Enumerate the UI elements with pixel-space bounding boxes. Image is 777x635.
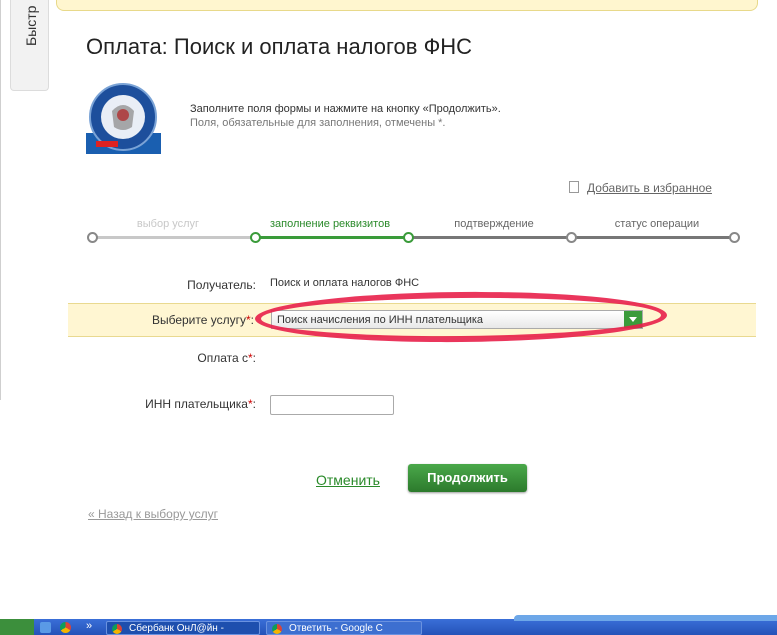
taskbar-tray-edge bbox=[514, 615, 777, 621]
taskbar-task-google[interactable]: Ответить - Google C bbox=[266, 621, 422, 635]
back-to-services-link[interactable]: « Назад к выбору услуг bbox=[88, 507, 218, 521]
step-dot-4 bbox=[566, 232, 577, 243]
fns-emblem-logo bbox=[86, 81, 161, 154]
recipient-label: Получатель: bbox=[187, 278, 256, 292]
form-instructions: Заполните поля формы и нажмите на кнопку… bbox=[190, 103, 501, 115]
taskbar-task-label: Сбербанк ОнЛ@йн - bbox=[129, 623, 224, 634]
show-desktop-icon[interactable] bbox=[40, 622, 51, 633]
left-border bbox=[0, 0, 1, 400]
step-dot-3 bbox=[403, 232, 414, 243]
chrome-icon bbox=[272, 624, 282, 634]
inn-input[interactable] bbox=[270, 395, 394, 415]
step-line-active bbox=[254, 236, 407, 239]
step-label-select-service: выбор услуг bbox=[136, 218, 200, 230]
quick-access-tab-label: Быстр bbox=[23, 5, 39, 46]
step-line-done bbox=[91, 236, 254, 239]
step-label-status: статус операции bbox=[614, 218, 700, 230]
label-colon: : bbox=[252, 397, 256, 411]
page-title: Оплата: Поиск и оплата налогов ФНС bbox=[86, 34, 473, 59]
label-colon: : bbox=[250, 313, 254, 327]
label-colon: : bbox=[252, 351, 256, 365]
top-notice-bar bbox=[56, 0, 758, 11]
inn-label: ИНН плательщика*: bbox=[145, 397, 256, 411]
taskbar-task-label: Ответить - Google C bbox=[289, 623, 383, 634]
cancel-link[interactable]: Отменить bbox=[316, 472, 380, 488]
required-fields-note: Поля, обязательные для заполнения, отмеч… bbox=[190, 117, 446, 129]
add-to-favorites-link[interactable]: Добавить в избранное bbox=[569, 181, 712, 195]
start-button[interactable] bbox=[0, 619, 34, 635]
taskbar-task-sberbank[interactable]: Сбербанк ОнЛ@йн - bbox=[106, 621, 260, 635]
service-label: Выберите услугу*: bbox=[152, 313, 254, 327]
recipient-value: Поиск и оплата налогов ФНС bbox=[270, 277, 420, 289]
step-label-confirmation: подтверждение bbox=[454, 218, 534, 230]
quick-access-tab[interactable]: Быстр bbox=[10, 0, 49, 91]
step-label-fill-details: заполнение реквизитов bbox=[269, 218, 391, 230]
chrome-icon bbox=[112, 624, 122, 634]
add-to-favorites-label: Добавить в избранное bbox=[587, 181, 712, 195]
step-dot-2 bbox=[250, 232, 261, 243]
service-label-text: Выберите услугу bbox=[151, 313, 246, 327]
continue-button[interactable]: Продолжить bbox=[408, 464, 527, 492]
step-dot-5 bbox=[729, 232, 740, 243]
chrome-icon[interactable] bbox=[60, 622, 71, 633]
bookmark-icon bbox=[569, 181, 579, 193]
progress-steps: выбор услуг заполнение реквизитов подтве… bbox=[87, 216, 740, 246]
pay-from-label-text: Оплата с bbox=[197, 351, 248, 365]
windows-taskbar: » Сбербанк ОнЛ@йн - Ответить - Google C bbox=[0, 615, 777, 635]
step-dot-1 bbox=[87, 232, 98, 243]
pay-from-label: Оплата с*: bbox=[197, 351, 256, 365]
inn-label-text: ИНН плательщика bbox=[145, 397, 248, 411]
quicklaunch-more[interactable]: » bbox=[86, 620, 92, 632]
